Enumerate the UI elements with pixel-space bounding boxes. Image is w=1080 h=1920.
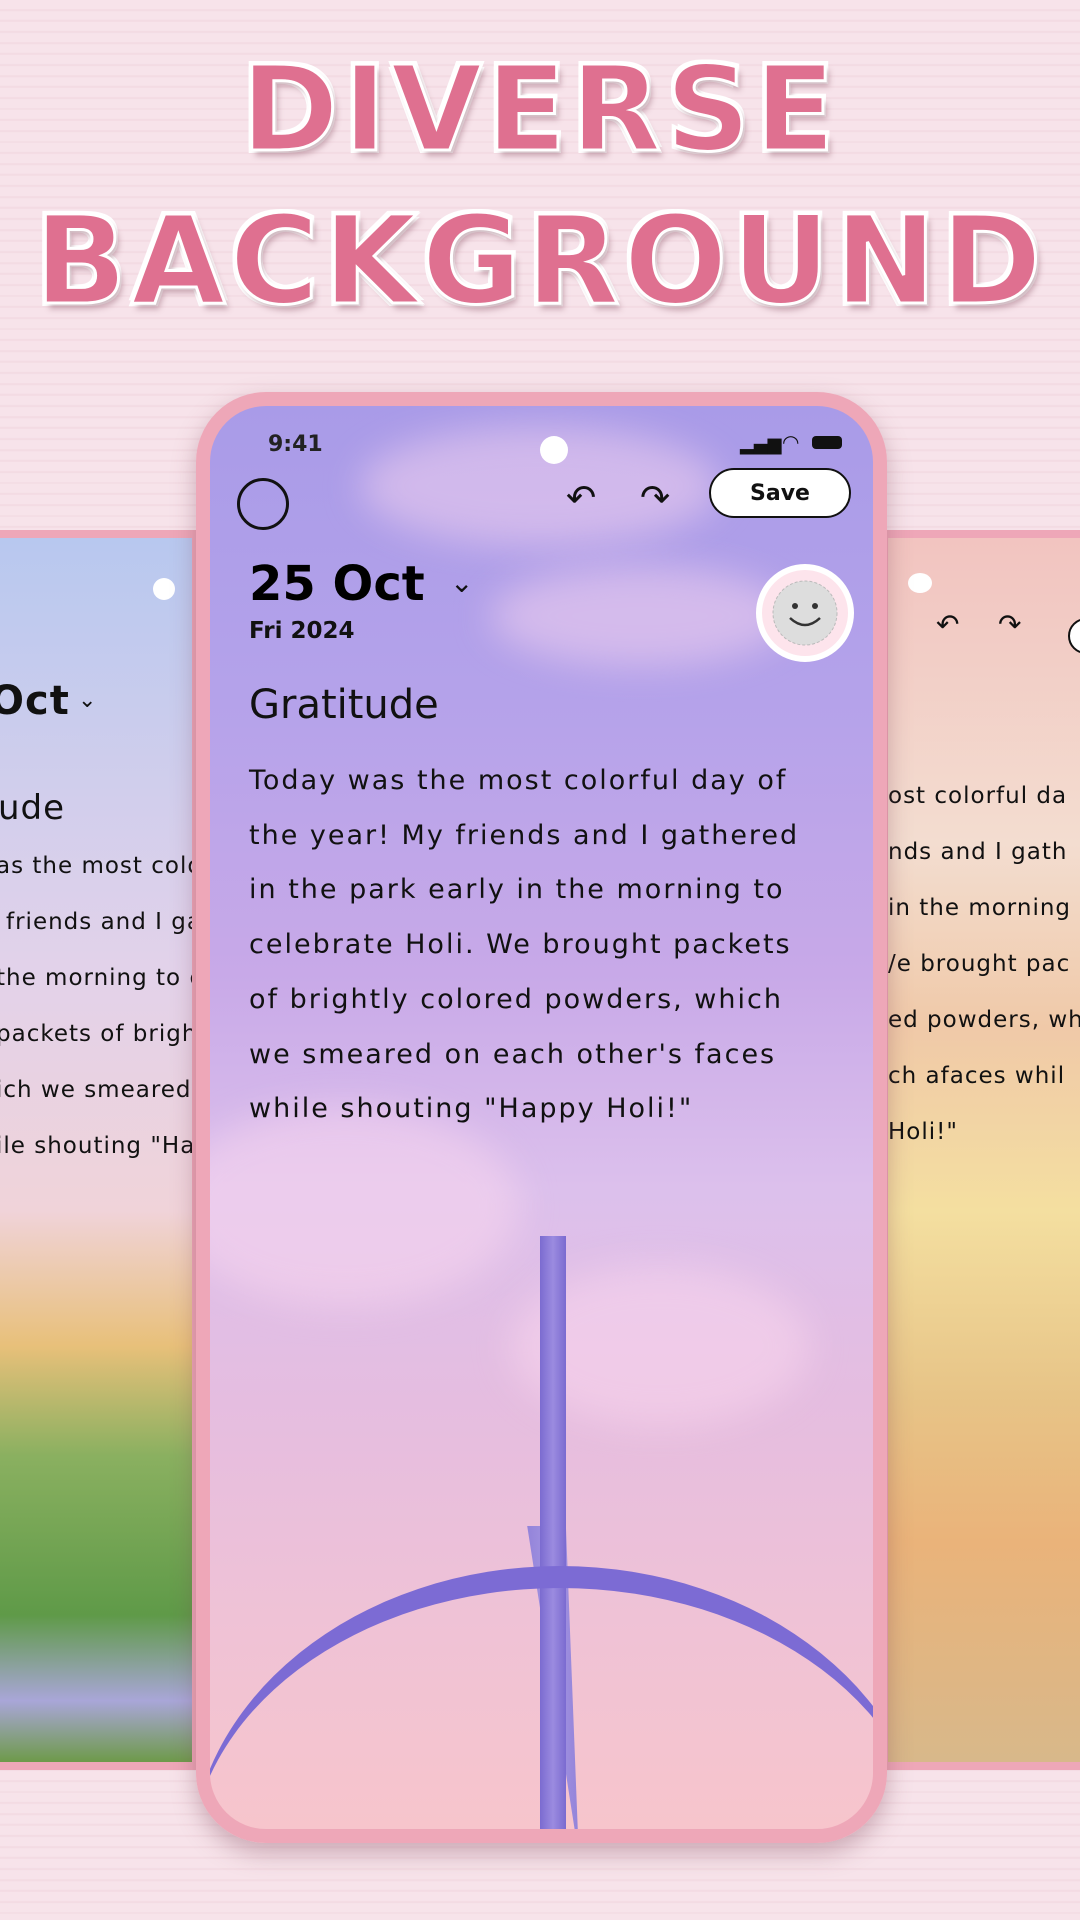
entry-title[interactable]: Gratitude (249, 682, 439, 728)
left-body-line: ile shouting "Hap (0, 1133, 200, 1159)
entry-line: in the park early in the morning to (249, 874, 785, 906)
smiley-icon (772, 580, 838, 646)
headline-line1: DIVERSE (239, 39, 840, 180)
right-body-line: ost colorful da (888, 783, 1068, 809)
undo-icon: ↶ (936, 608, 961, 641)
right-body-line: ed powders, wh (888, 1007, 1080, 1033)
right-body-line: ch afaces whil (888, 1063, 1066, 1089)
right-body-line: /e brought pac (888, 951, 1071, 977)
right-body-line: nds and I gath (888, 839, 1068, 865)
date-subtitle: Fri 2024 (249, 618, 355, 644)
left-body-line: the morning to ce (0, 965, 192, 991)
mood-button[interactable] (756, 564, 854, 662)
redo-icon: ↷ (998, 608, 1023, 641)
entry-line: Today was the most colorful day of (249, 765, 788, 796)
right-body-line: in the morning (888, 895, 1072, 921)
left-body-line: ich we smeared o (0, 1077, 200, 1103)
left-body-line: friends and I ga (6, 909, 200, 935)
moon-decoration (540, 436, 568, 464)
entry-line: of brightly colored powders, which (249, 983, 783, 1015)
circle-icon[interactable] (237, 478, 289, 530)
entry-line: celebrate Holi. We brought packets (249, 929, 792, 961)
status-time: 9:41 (268, 432, 323, 457)
left-title: ude (0, 788, 66, 828)
right-body-line: Holi!" (888, 1119, 958, 1145)
phone-mockup: 9:41 ▂▄▆ ◠ ↶ ↷ Save 25 Oct ⌄ Fri 2024 Gr… (196, 392, 887, 1843)
battery-icon (812, 436, 842, 449)
entry-line: while shouting "Happy Holi!" (249, 1093, 694, 1125)
wifi-icon: ◠ (782, 430, 800, 454)
save-button[interactable]: Save (709, 468, 851, 518)
signal-icon: ▂▄▆ (740, 434, 782, 455)
entry-line: we smeared on each other's faces (249, 1038, 777, 1070)
chevron-down-icon[interactable]: ⌄ (450, 566, 473, 599)
left-preview-card: Oct ⌄ ude as the most color friends and I… (0, 530, 200, 1770)
left-date: Oct (0, 678, 70, 724)
left-body-line: packets of bright (0, 1021, 200, 1047)
chevron-down-icon: ⌄ (78, 688, 98, 713)
headline-line2: BACKGROUND (33, 189, 1046, 334)
left-body-line: as the most color (0, 853, 200, 879)
bridge-arch (210, 1566, 873, 1829)
date-title[interactable]: 25 Oct (249, 556, 425, 612)
undo-icon[interactable]: ↶ (566, 478, 596, 519)
entry-line: the year! My friends and I gathered (249, 819, 800, 851)
entry-body[interactable]: Today was the most colorful day of the ye… (249, 754, 799, 1137)
redo-icon[interactable]: ↷ (640, 478, 670, 519)
right-preview-card: ↶ ↷ ost colorful da nds and I gath in the … (880, 530, 1080, 1770)
